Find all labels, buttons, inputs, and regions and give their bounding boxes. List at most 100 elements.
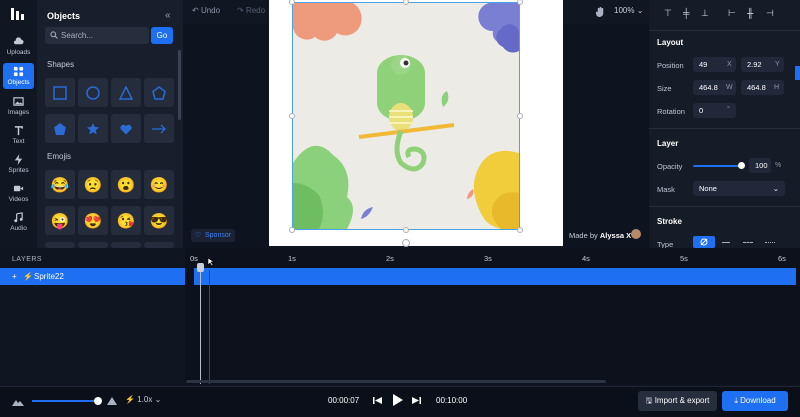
play-icon[interactable] (392, 394, 403, 406)
pentagon-filled-shape[interactable] (45, 114, 75, 143)
emoji-tile[interactable]: 😍 (78, 206, 108, 235)
time-tick: 4s (582, 254, 590, 263)
time-tick: 2s (386, 254, 394, 263)
align-middle-icon[interactable]: ╪ (683, 8, 689, 18)
panel-scroll-indicator[interactable] (795, 66, 800, 80)
time-tick: 3s (484, 254, 492, 263)
zoom-dropdown[interactable]: 100% ⌄ (614, 6, 643, 15)
playhead-line (200, 263, 201, 384)
skip-back-icon[interactable] (373, 396, 382, 405)
layer-track-clip[interactable] (194, 268, 796, 285)
align-top-icon[interactable]: ⊤ (664, 8, 672, 19)
redo-label: Redo (245, 6, 266, 15)
zoom-slider-thumb[interactable] (94, 397, 102, 405)
chameleon-sprite[interactable] (289, 0, 523, 233)
emoji-tile[interactable]: 😟 (78, 170, 108, 199)
speed-value: 1.0x (137, 395, 153, 404)
hand-tool-icon[interactable] (595, 6, 606, 17)
download-button[interactable]: ⤓ Download (722, 391, 788, 411)
collapse-panel-icon[interactable]: « (165, 10, 171, 21)
panel-scrollbar[interactable] (178, 50, 181, 120)
divider (649, 206, 800, 207)
zoom-slider[interactable] (32, 400, 98, 402)
sponsor-label: Sponsor (205, 232, 232, 239)
objects-panel: Objects « Search... Go Shapes Emojis 😂 😟… (37, 0, 183, 248)
align-right-icon[interactable]: ⊣ (766, 8, 774, 19)
import-export-label: Import & export (654, 396, 710, 405)
stroke-none-button[interactable] (693, 236, 715, 248)
time-tick: 6s (778, 254, 786, 263)
resize-handle[interactable] (289, 227, 295, 233)
import-export-button[interactable]: 🖫 Import & export (638, 391, 717, 411)
opacity-slider-thumb[interactable] (738, 162, 745, 169)
stroke-dotted-icon[interactable] (765, 242, 775, 243)
sponsor-button[interactable]: ♡ Sponsor (191, 229, 235, 242)
stroke-dashed-icon[interactable] (743, 242, 753, 243)
playhead-handle[interactable] (197, 263, 204, 272)
current-time: 00:00:07 (328, 396, 360, 405)
mask-select[interactable]: None ⌄ (693, 181, 785, 196)
emoji-tile[interactable]: 😜 (45, 206, 75, 235)
layer-heading: Layer (657, 139, 679, 148)
resize-handle[interactable] (289, 113, 295, 119)
stroke-solid-icon[interactable] (722, 242, 730, 243)
star-shape[interactable] (78, 114, 108, 143)
heart-shape[interactable] (111, 114, 141, 143)
emoji-tile[interactable]: 😎 (144, 206, 174, 235)
degree-unit: ° (727, 106, 730, 113)
percent-unit: % (775, 162, 782, 169)
emoji-tile[interactable]: 😂 (45, 170, 75, 199)
opacity-slider[interactable] (693, 165, 741, 167)
resize-handle[interactable] (403, 227, 409, 233)
align-bottom-icon[interactable]: ⊥ (701, 8, 709, 19)
circle-shape[interactable] (78, 78, 108, 107)
go-button[interactable]: Go (151, 27, 173, 44)
rotate-handle[interactable] (402, 239, 410, 247)
mountain-small-icon[interactable] (12, 396, 24, 406)
square-shape[interactable] (45, 78, 75, 107)
lightning-icon (14, 154, 23, 165)
speed-dropdown[interactable]: ⚡ 1.0x ⌄ (125, 395, 161, 404)
shapes-heading: Shapes (47, 60, 75, 69)
bottom-bar: ⚡ 1.0x ⌄ 00:00:07 00:10:00 🖫 Import & ex… (0, 386, 800, 417)
resize-handle[interactable] (517, 227, 523, 233)
download-icon: ⤓ (734, 396, 738, 405)
sidebar-item-images[interactable]: Images (3, 93, 34, 119)
zoom-value: 100% (614, 6, 635, 15)
time-tick: 5s (680, 254, 688, 263)
cloud-upload-icon (13, 37, 24, 45)
sidebar-item-sprites[interactable]: Sprites (3, 151, 34, 177)
undo-button[interactable]: ↶ Undo (192, 6, 220, 15)
emoji-tile[interactable]: 😘 (111, 206, 141, 235)
align-center-icon[interactable]: ╫ (747, 8, 753, 18)
sidebar-item-audio[interactable]: Audio (3, 209, 34, 235)
mountain-large-icon[interactable] (107, 395, 117, 405)
total-time: 00:10:00 (436, 396, 468, 405)
emoji-tile[interactable]: 😮 (111, 170, 141, 199)
align-left-icon[interactable]: ⊢ (728, 8, 736, 19)
timeline-scrollbar[interactable] (186, 380, 606, 383)
sidebar-item-label: Uploads (6, 49, 31, 56)
emoji-tile[interactable]: 😊 (144, 170, 174, 199)
arrow-shape[interactable] (144, 114, 174, 143)
pentagon-shape[interactable] (144, 78, 174, 107)
sidebar-item-text[interactable]: Text (3, 122, 34, 148)
layer-row[interactable]: + ⚡ Sprite22 (0, 268, 185, 285)
skip-forward-icon[interactable] (412, 396, 421, 405)
triangle-shape[interactable] (111, 78, 141, 107)
arrow-right-icon (152, 124, 166, 133)
redo-button[interactable]: ↷ Redo (237, 6, 265, 15)
opacity-field[interactable]: 100 (749, 158, 771, 173)
sidebar-item-videos[interactable]: Videos (3, 180, 34, 206)
drag-handle-icon[interactable]: + (12, 268, 17, 285)
mouse-cursor-icon (207, 257, 215, 267)
credit-text[interactable]: Made by Alyssa X (569, 231, 631, 240)
save-icon: 🖫 (645, 396, 653, 405)
sidebar-item-uploads[interactable]: Uploads (3, 33, 34, 59)
text-icon (14, 126, 23, 136)
search-input[interactable]: Search... (45, 27, 149, 44)
w-unit: W (726, 84, 733, 91)
sidebar-item-objects[interactable]: Objects (3, 63, 34, 89)
resize-handle[interactable] (517, 113, 523, 119)
no-stroke-icon (700, 238, 708, 246)
